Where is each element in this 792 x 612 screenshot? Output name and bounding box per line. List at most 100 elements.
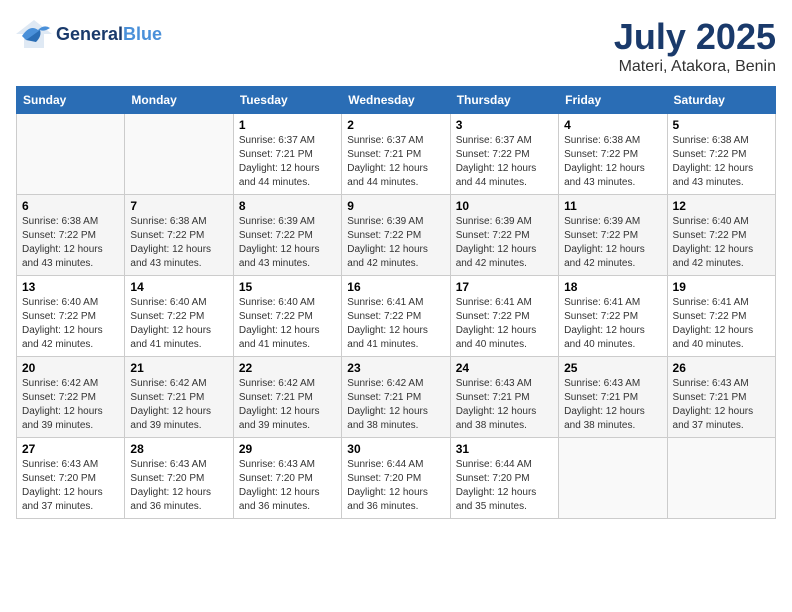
calendar-week-row: 1Sunrise: 6:37 AM Sunset: 7:21 PM Daylig…	[17, 114, 776, 195]
day-number: 2	[347, 118, 444, 132]
day-detail: Sunrise: 6:42 AM Sunset: 7:21 PM Dayligh…	[130, 377, 227, 433]
day-detail: Sunrise: 6:40 AM Sunset: 7:22 PM Dayligh…	[22, 296, 119, 352]
day-detail: Sunrise: 6:42 AM Sunset: 7:21 PM Dayligh…	[347, 377, 444, 433]
day-number: 27	[22, 442, 119, 456]
day-number: 6	[22, 199, 119, 213]
calendar-cell: 1Sunrise: 6:37 AM Sunset: 7:21 PM Daylig…	[233, 114, 341, 195]
day-detail: Sunrise: 6:43 AM Sunset: 7:21 PM Dayligh…	[564, 377, 661, 433]
day-detail: Sunrise: 6:41 AM Sunset: 7:22 PM Dayligh…	[347, 296, 444, 352]
day-detail: Sunrise: 6:38 AM Sunset: 7:22 PM Dayligh…	[22, 215, 119, 271]
calendar-cell: 7Sunrise: 6:38 AM Sunset: 7:22 PM Daylig…	[125, 195, 233, 276]
calendar-cell: 6 Sunrise: 6:38 AM Sunset: 7:22 PM Daylig…	[17, 195, 125, 276]
calendar-cell: 14 Sunrise: 6:40 AM Sunset: 7:22 PM Dayli…	[125, 276, 233, 357]
calendar-cell: 21 Sunrise: 6:42 AM Sunset: 7:21 PM Dayli…	[125, 357, 233, 438]
calendar-cell: 30 Sunrise: 6:44 AM Sunset: 7:20 PM Dayli…	[342, 438, 450, 519]
weekday-header: Tuesday	[233, 87, 341, 114]
calendar-cell: 8 Sunrise: 6:39 AM Sunset: 7:22 PM Daylig…	[233, 195, 341, 276]
location: Materi, Atakora, Benin	[614, 58, 776, 76]
day-detail: Sunrise: 6:39 AM Sunset: 7:22 PM Dayligh…	[347, 215, 444, 271]
calendar-cell: 24Sunrise: 6:43 AM Sunset: 7:21 PM Dayli…	[450, 357, 558, 438]
weekday-header: Thursday	[450, 87, 558, 114]
day-number: 15	[239, 280, 336, 294]
weekday-header: Sunday	[17, 87, 125, 114]
page-header: GeneralBlue July 2025 Materi, Atakora, B…	[16, 16, 776, 76]
day-detail: Sunrise: 6:39 AM Sunset: 7:22 PM Dayligh…	[239, 215, 336, 271]
day-detail: Sunrise: 6:38 AM Sunset: 7:22 PM Dayligh…	[673, 134, 770, 190]
calendar-cell: 10Sunrise: 6:39 AM Sunset: 7:22 PM Dayli…	[450, 195, 558, 276]
day-detail: Sunrise: 6:37 AM Sunset: 7:21 PM Dayligh…	[239, 134, 336, 190]
day-number: 8	[239, 199, 336, 213]
day-number: 23	[347, 361, 444, 375]
calendar-cell	[125, 114, 233, 195]
day-detail: Sunrise: 6:40 AM Sunset: 7:22 PM Dayligh…	[130, 296, 227, 352]
day-number: 4	[564, 118, 661, 132]
day-number: 21	[130, 361, 227, 375]
calendar-cell: 9 Sunrise: 6:39 AM Sunset: 7:22 PM Daylig…	[342, 195, 450, 276]
day-number: 18	[564, 280, 661, 294]
calendar-cell: 23 Sunrise: 6:42 AM Sunset: 7:21 PM Dayli…	[342, 357, 450, 438]
day-detail: Sunrise: 6:41 AM Sunset: 7:22 PM Dayligh…	[673, 296, 770, 352]
day-detail: Sunrise: 6:38 AM Sunset: 7:22 PM Dayligh…	[130, 215, 227, 271]
logo: GeneralBlue	[16, 16, 162, 52]
calendar-cell: 19 Sunrise: 6:41 AM Sunset: 7:22 PM Dayli…	[667, 276, 775, 357]
day-number: 14	[130, 280, 227, 294]
day-detail: Sunrise: 6:41 AM Sunset: 7:22 PM Dayligh…	[564, 296, 661, 352]
calendar-cell: 22 Sunrise: 6:42 AM Sunset: 7:21 PM Dayli…	[233, 357, 341, 438]
day-number: 30	[347, 442, 444, 456]
day-number: 24	[456, 361, 553, 375]
calendar-cell	[17, 114, 125, 195]
calendar-cell: 11Sunrise: 6:39 AM Sunset: 7:22 PM Dayli…	[559, 195, 667, 276]
calendar-cell: 13Sunrise: 6:40 AM Sunset: 7:22 PM Dayli…	[17, 276, 125, 357]
logo-icon	[16, 16, 52, 52]
weekday-header: Saturday	[667, 87, 775, 114]
month-title: July 2025	[614, 16, 776, 58]
day-detail: Sunrise: 6:37 AM Sunset: 7:21 PM Dayligh…	[347, 134, 444, 190]
calendar-week-row: 6 Sunrise: 6:38 AM Sunset: 7:22 PM Daylig…	[17, 195, 776, 276]
logo-general-text: General	[56, 24, 123, 44]
day-number: 20	[22, 361, 119, 375]
calendar-cell: 3Sunrise: 6:37 AM Sunset: 7:22 PM Daylig…	[450, 114, 558, 195]
calendar-week-row: 20 Sunrise: 6:42 AM Sunset: 7:22 PM Dayli…	[17, 357, 776, 438]
calendar-cell: 31Sunrise: 6:44 AM Sunset: 7:20 PM Dayli…	[450, 438, 558, 519]
day-number: 25	[564, 361, 661, 375]
day-number: 17	[456, 280, 553, 294]
day-detail: Sunrise: 6:38 AM Sunset: 7:22 PM Dayligh…	[564, 134, 661, 190]
day-detail: Sunrise: 6:41 AM Sunset: 7:22 PM Dayligh…	[456, 296, 553, 352]
calendar-cell: 5 Sunrise: 6:38 AM Sunset: 7:22 PM Daylig…	[667, 114, 775, 195]
weekday-header: Monday	[125, 87, 233, 114]
day-number: 5	[673, 118, 770, 132]
day-detail: Sunrise: 6:40 AM Sunset: 7:22 PM Dayligh…	[673, 215, 770, 271]
day-number: 19	[673, 280, 770, 294]
day-detail: Sunrise: 6:44 AM Sunset: 7:20 PM Dayligh…	[347, 458, 444, 514]
day-detail: Sunrise: 6:43 AM Sunset: 7:20 PM Dayligh…	[22, 458, 119, 514]
calendar-cell: 2 Sunrise: 6:37 AM Sunset: 7:21 PM Daylig…	[342, 114, 450, 195]
day-detail: Sunrise: 6:40 AM Sunset: 7:22 PM Dayligh…	[239, 296, 336, 352]
calendar-cell: 29 Sunrise: 6:43 AM Sunset: 7:20 PM Dayli…	[233, 438, 341, 519]
day-detail: Sunrise: 6:43 AM Sunset: 7:21 PM Dayligh…	[673, 377, 770, 433]
calendar-week-row: 13Sunrise: 6:40 AM Sunset: 7:22 PM Dayli…	[17, 276, 776, 357]
weekday-header: Wednesday	[342, 87, 450, 114]
day-number: 9	[347, 199, 444, 213]
calendar-table: SundayMondayTuesdayWednesdayThursdayFrid…	[16, 86, 776, 519]
day-detail: Sunrise: 6:42 AM Sunset: 7:21 PM Dayligh…	[239, 377, 336, 433]
day-detail: Sunrise: 6:43 AM Sunset: 7:20 PM Dayligh…	[239, 458, 336, 514]
day-number: 3	[456, 118, 553, 132]
calendar-cell: 28Sunrise: 6:43 AM Sunset: 7:20 PM Dayli…	[125, 438, 233, 519]
day-detail: Sunrise: 6:42 AM Sunset: 7:22 PM Dayligh…	[22, 377, 119, 433]
calendar-cell: 25 Sunrise: 6:43 AM Sunset: 7:21 PM Dayli…	[559, 357, 667, 438]
calendar-cell: 27 Sunrise: 6:43 AM Sunset: 7:20 PM Dayli…	[17, 438, 125, 519]
day-number: 31	[456, 442, 553, 456]
day-number: 11	[564, 199, 661, 213]
day-number: 29	[239, 442, 336, 456]
calendar-cell: 4 Sunrise: 6:38 AM Sunset: 7:22 PM Daylig…	[559, 114, 667, 195]
calendar-cell: 18 Sunrise: 6:41 AM Sunset: 7:22 PM Dayli…	[559, 276, 667, 357]
calendar-cell: 12Sunrise: 6:40 AM Sunset: 7:22 PM Dayli…	[667, 195, 775, 276]
day-detail: Sunrise: 6:39 AM Sunset: 7:22 PM Dayligh…	[456, 215, 553, 271]
day-detail: Sunrise: 6:43 AM Sunset: 7:20 PM Dayligh…	[130, 458, 227, 514]
weekday-header-row: SundayMondayTuesdayWednesdayThursdayFrid…	[17, 87, 776, 114]
calendar-cell: 15 Sunrise: 6:40 AM Sunset: 7:22 PM Dayli…	[233, 276, 341, 357]
calendar-cell	[667, 438, 775, 519]
calendar-cell	[559, 438, 667, 519]
day-number: 22	[239, 361, 336, 375]
day-number: 16	[347, 280, 444, 294]
